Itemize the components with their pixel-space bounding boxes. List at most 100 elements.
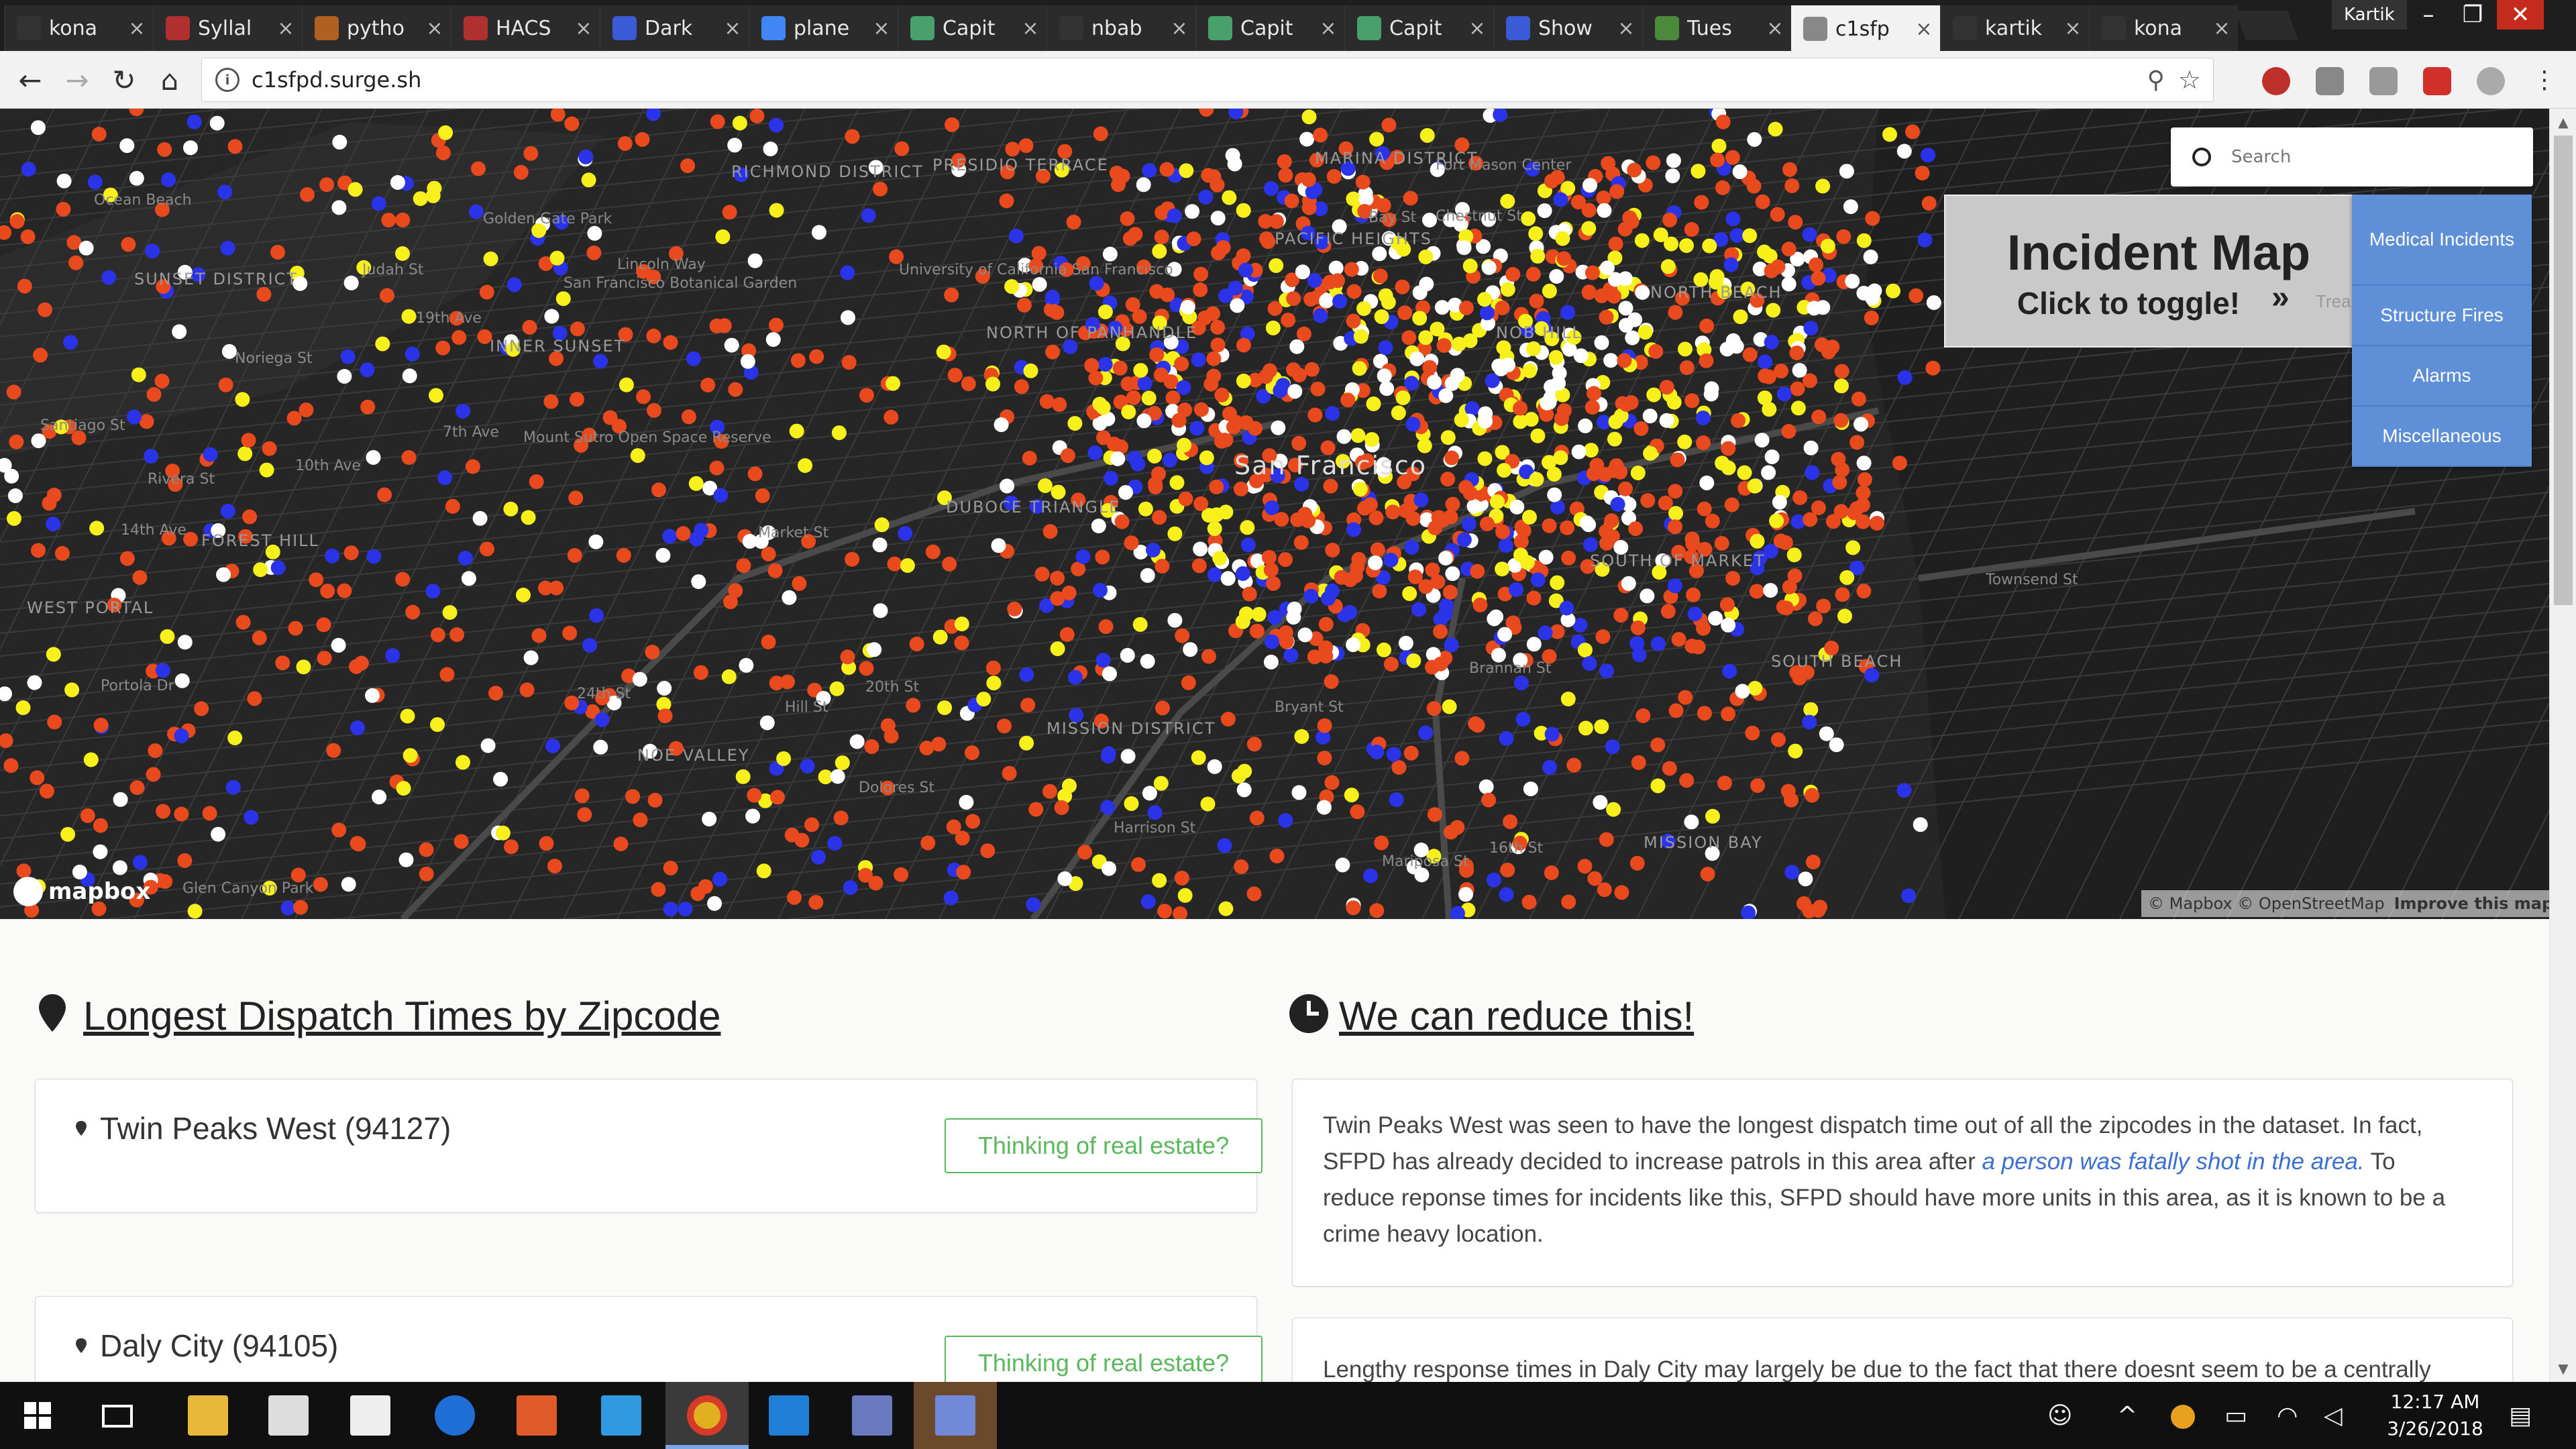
browser-tab[interactable]: kartik × xyxy=(1940,5,2089,51)
browser-tab[interactable]: Dark × xyxy=(600,5,749,51)
address-bar[interactable]: i c1sfpd.surge.sh ⚲ ☆ xyxy=(201,58,2214,102)
scroll-up-arrow-icon[interactable]: ▲ xyxy=(2550,109,2576,136)
vscode-icon[interactable] xyxy=(769,1395,809,1436)
tab-close-icon[interactable]: × xyxy=(723,17,742,40)
page-scrollbar[interactable]: ▲ ▼ xyxy=(2549,109,2576,1382)
volume-icon[interactable]: ◁ xyxy=(2324,1402,2343,1430)
incident-dot xyxy=(146,767,161,782)
browser-tab[interactable]: HACS × xyxy=(451,5,600,51)
app-icon[interactable] xyxy=(517,1395,557,1436)
real-estate-button[interactable]: Thinking of real estate? xyxy=(945,1118,1263,1173)
real-estate-button[interactable]: Thinking of real estate? xyxy=(945,1336,1263,1382)
browser-tab[interactable]: Tues × xyxy=(1642,5,1791,51)
tab-close-icon[interactable]: × xyxy=(1766,17,1784,40)
incident-dot xyxy=(840,265,855,280)
reduce-this-title: We can reduce this! xyxy=(1339,994,1695,1038)
bookmark-star-icon[interactable]: ☆ xyxy=(2178,65,2201,95)
tab-close-icon[interactable]: × xyxy=(1617,17,1635,40)
extension-icon[interactable] xyxy=(2316,67,2344,95)
incident-dot xyxy=(1500,194,1515,209)
browser-tab[interactable]: Capit × xyxy=(898,5,1046,51)
show-hidden-icons-chevron-up-icon[interactable]: ^ xyxy=(2117,1402,2137,1430)
back-arrow-icon[interactable]: ← xyxy=(13,63,47,97)
zoom-icon[interactable]: ⚲ xyxy=(2147,66,2165,94)
incident-dot xyxy=(1762,402,1777,417)
minimize-button[interactable]: – xyxy=(2408,0,2449,30)
incident-map-toggle[interactable]: Incident Map Click to toggle! » Trea xyxy=(1944,195,2373,347)
scroll-down-arrow-icon[interactable]: ▼ xyxy=(2550,1355,2576,1382)
tab-close-icon[interactable]: × xyxy=(1319,17,1338,40)
store-icon[interactable] xyxy=(268,1395,309,1436)
taskbar-clock[interactable]: 12:17 AM 3/26/2018 xyxy=(2368,1389,2502,1442)
category-structure-fires[interactable]: Structure Fires xyxy=(2352,286,2532,346)
category-miscellaneous[interactable]: Miscellaneous xyxy=(2352,407,2532,467)
forward-arrow-icon[interactable]: → xyxy=(60,63,94,97)
tab-close-icon[interactable]: × xyxy=(2063,17,2082,40)
search-input[interactable] xyxy=(2231,147,2500,167)
window-close-button[interactable]: ✕ xyxy=(2497,0,2544,30)
browser-tab[interactable]: plane × xyxy=(749,5,898,51)
action-center-icon[interactable]: ▤ xyxy=(2509,1402,2532,1430)
incident-dot xyxy=(375,336,390,352)
tab-close-icon[interactable]: × xyxy=(127,17,146,40)
tab-close-icon[interactable]: × xyxy=(276,17,295,40)
profile-button[interactable]: Kartik xyxy=(2332,0,2407,30)
browser-tab[interactable]: Syllal × xyxy=(153,5,302,51)
people-icon[interactable]: ☺ xyxy=(2047,1402,2073,1430)
news-link[interactable]: a person was fatally shot in the area. xyxy=(1982,1148,2364,1175)
extension-icon[interactable] xyxy=(2369,67,2398,95)
browser-tab-active[interactable]: c1sfp × xyxy=(1791,5,1940,52)
browser-tab[interactable]: Capit × xyxy=(1344,5,1493,51)
map-search-box[interactable] xyxy=(2171,127,2533,186)
tab-close-icon[interactable]: × xyxy=(574,17,593,40)
incident-dot xyxy=(1066,215,1081,229)
explanation-card: Twin Peaks West was seen to have the lon… xyxy=(1292,1079,2513,1287)
reload-icon[interactable]: ↻ xyxy=(107,63,141,97)
improve-map-link[interactable]: Improve this map xyxy=(2394,894,2549,913)
tab-close-icon[interactable]: × xyxy=(425,17,444,40)
tab-close-icon[interactable]: × xyxy=(1915,17,1933,41)
tab-close-icon[interactable]: × xyxy=(1170,17,1189,40)
app-tray-icon[interactable] xyxy=(2171,1405,2195,1429)
maximize-button[interactable]: ❐ xyxy=(2453,0,2493,30)
incident-dot xyxy=(1336,429,1352,444)
category-medical-incidents[interactable]: Medical Incidents xyxy=(2352,195,2532,286)
scrollbar-thumb[interactable] xyxy=(2554,136,2573,605)
home-icon[interactable]: ⌂ xyxy=(153,63,186,97)
battery-icon[interactable]: ▭ xyxy=(2224,1402,2247,1430)
mail-icon[interactable] xyxy=(350,1395,390,1436)
extension-icon[interactable] xyxy=(2477,67,2505,95)
app-icon[interactable] xyxy=(852,1395,892,1436)
chrome-menu-icon[interactable]: ⋮ xyxy=(2528,63,2561,97)
incident-dot xyxy=(1802,714,1817,730)
browser-tab[interactable]: kona × xyxy=(4,5,153,51)
file-explorer-icon[interactable] xyxy=(188,1395,228,1436)
category-alarms[interactable]: Alarms xyxy=(2352,346,2532,407)
extension-icon[interactable] xyxy=(2423,67,2451,95)
chrome-icon[interactable] xyxy=(687,1395,727,1436)
ublock-extension-icon[interactable] xyxy=(2262,67,2290,95)
windows-start-icon[interactable] xyxy=(24,1402,51,1429)
task-view-icon[interactable] xyxy=(102,1405,133,1428)
mapbox-logo[interactable]: mapbox xyxy=(13,877,150,906)
app-icon[interactable] xyxy=(601,1395,641,1436)
incident-dot xyxy=(1350,428,1366,443)
tab-close-icon[interactable]: × xyxy=(1468,17,1487,40)
attribution-text[interactable]: © Mapbox © OpenStreetMap xyxy=(2148,894,2385,913)
incident-dot xyxy=(937,700,953,715)
browser-tab[interactable]: nbab × xyxy=(1046,5,1195,51)
browser-tab[interactable]: Capit × xyxy=(1195,5,1344,51)
browser-tab[interactable]: pytho × xyxy=(302,5,451,51)
tab-close-icon[interactable]: × xyxy=(1021,17,1040,40)
wifi-icon[interactable]: ◠ xyxy=(2277,1402,2298,1430)
tab-close-icon[interactable]: × xyxy=(872,17,891,40)
incident-dot xyxy=(613,837,629,851)
tab-close-icon[interactable]: × xyxy=(2212,17,2231,40)
browser-tab[interactable]: kona × xyxy=(2089,5,2238,51)
incident-dot xyxy=(833,810,849,826)
site-info-icon[interactable]: i xyxy=(215,68,239,92)
new-tab-button[interactable] xyxy=(2235,11,2299,40)
edge-browser-icon[interactable] xyxy=(435,1395,475,1436)
browser-tab[interactable]: Show × xyxy=(1493,5,1642,51)
discord-icon[interactable] xyxy=(935,1395,975,1436)
